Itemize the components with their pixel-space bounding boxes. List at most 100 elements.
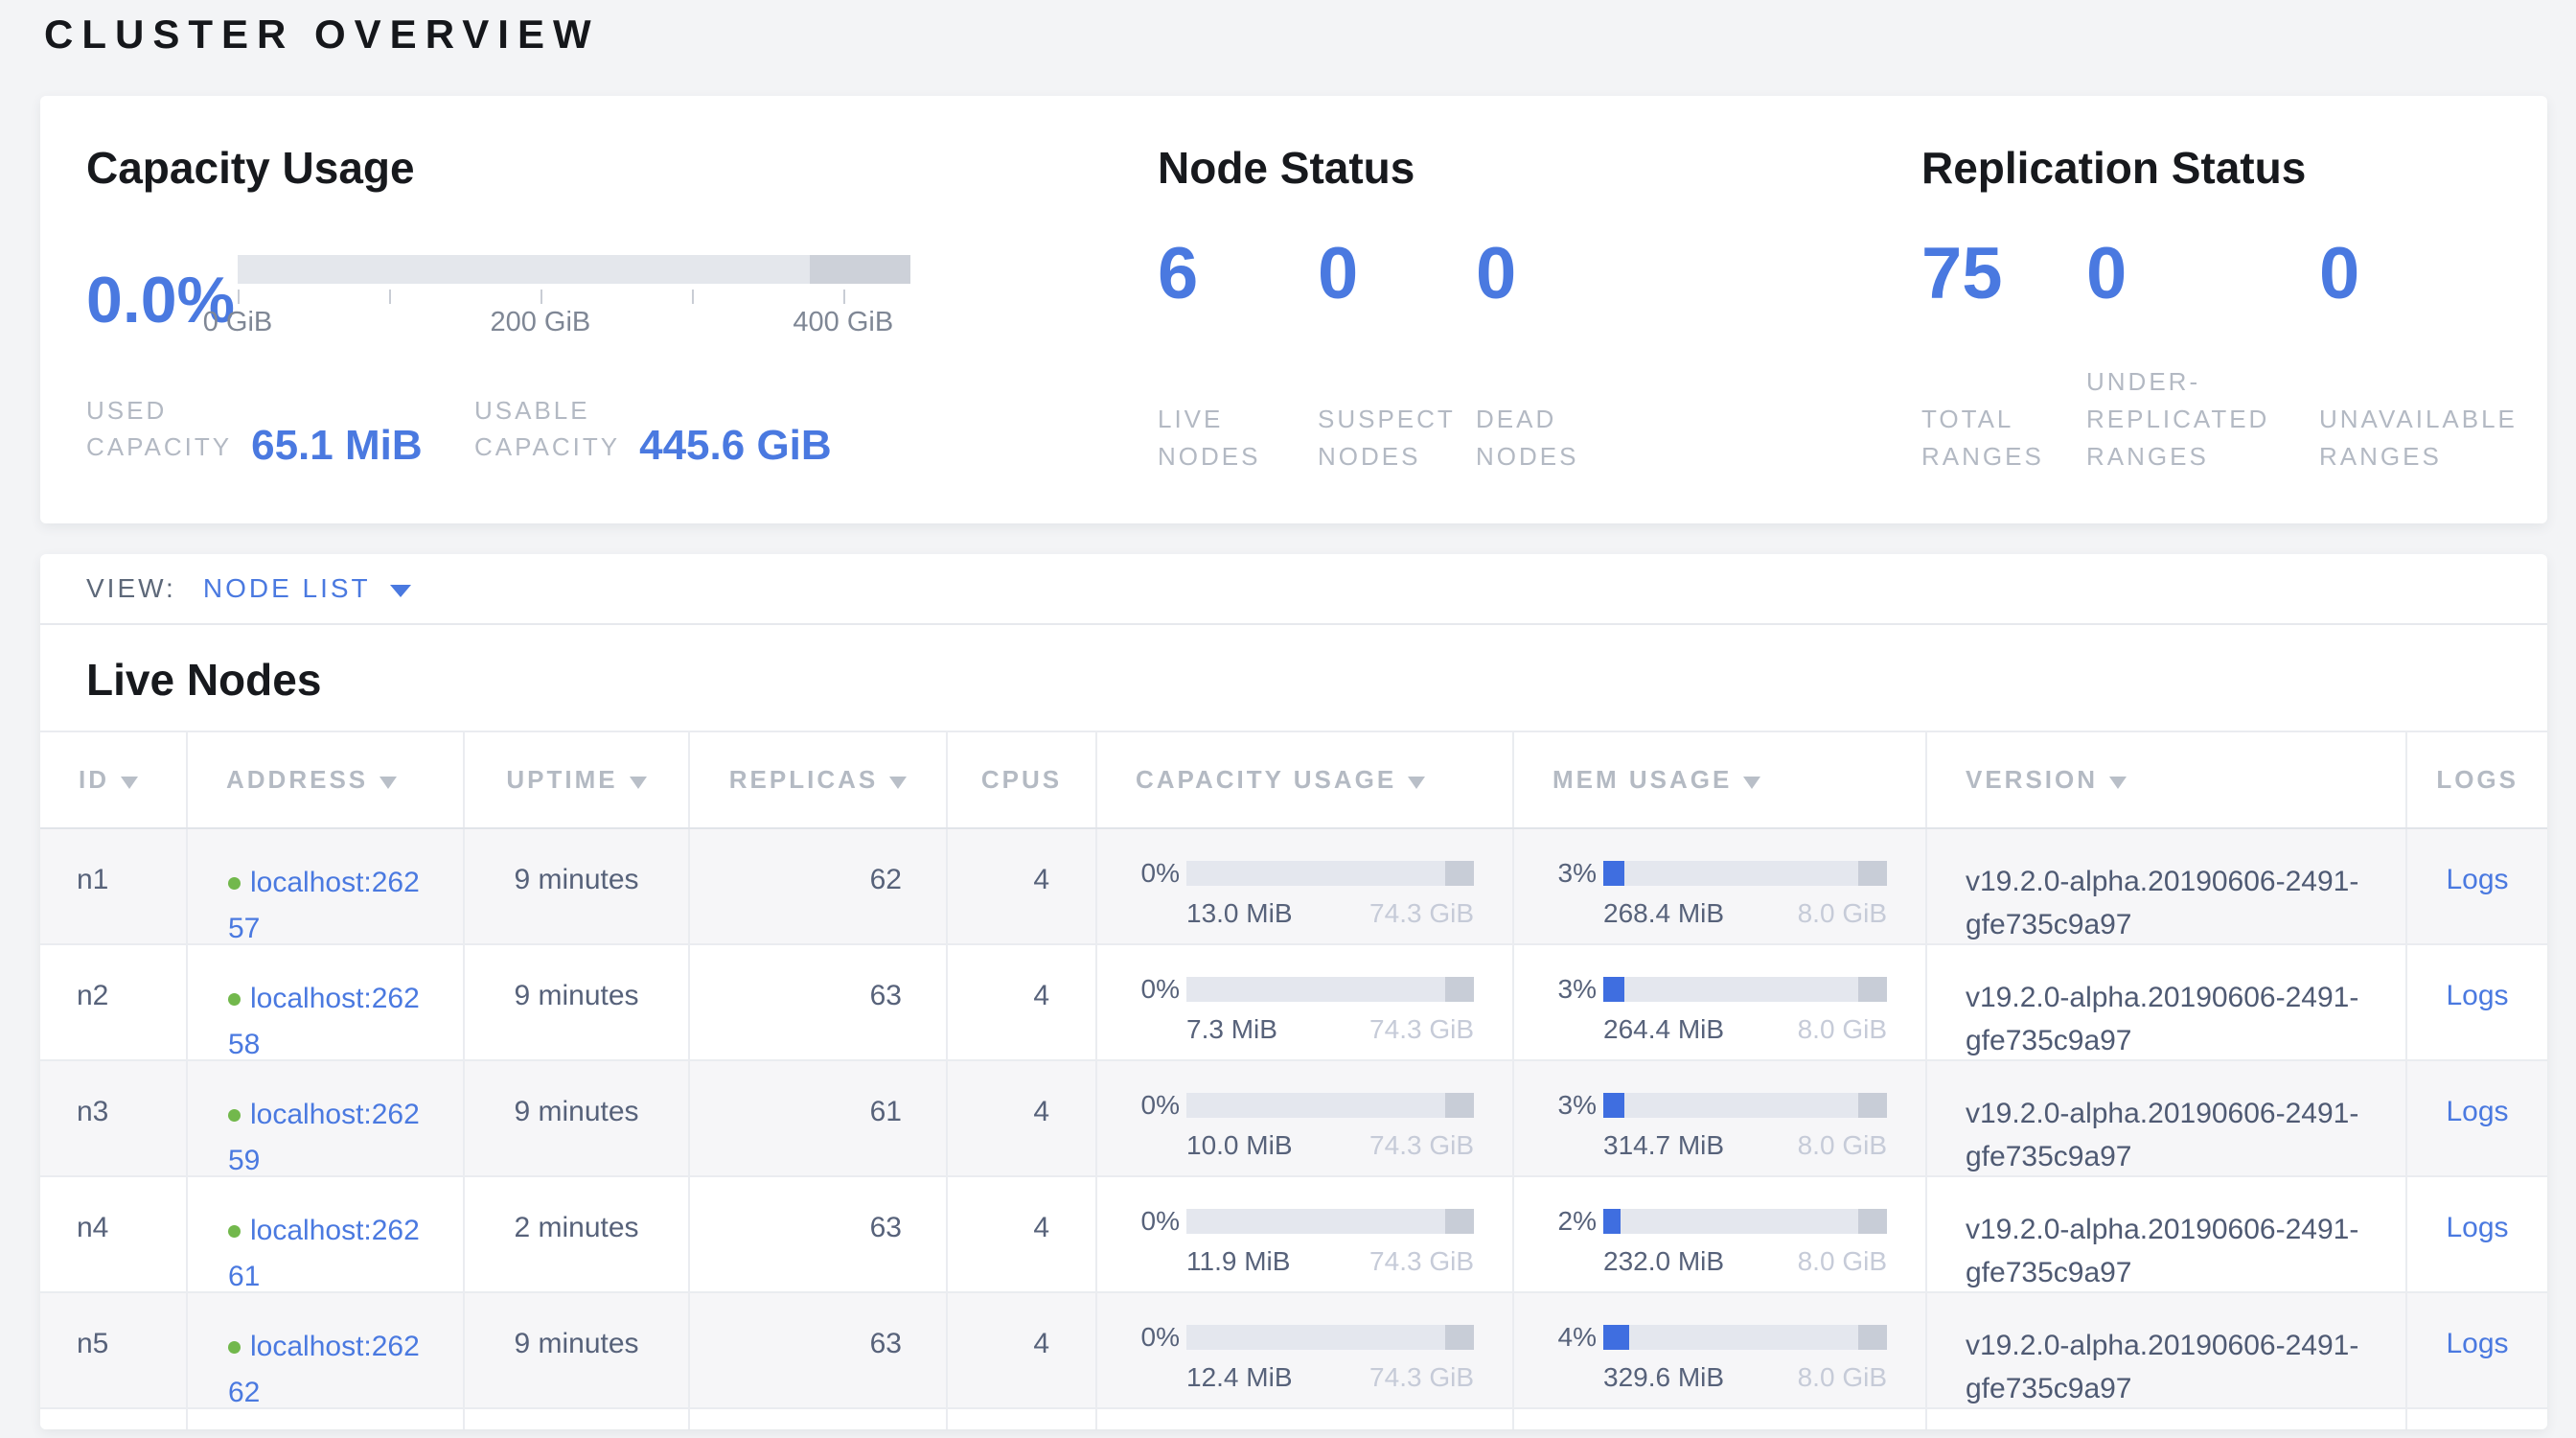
node-capacity-usage-cell: 0% 11.9 MiB 74.3 GiB (1097, 1177, 1514, 1291)
node-uptime-cell: 9 minutes (465, 829, 690, 943)
mem-total-value: 8.0 GiB (1798, 1014, 1887, 1045)
node-address-link[interactable]: localhost:26257 (228, 867, 420, 944)
mem-bar-cap (1858, 1093, 1887, 1118)
mem-usage-bar (1603, 1325, 1887, 1350)
capacity-usage-bar (1186, 1325, 1474, 1350)
capacity-usage-bar (1186, 977, 1474, 1002)
node-live-dot-icon (228, 877, 241, 890)
node-cpus-cell: 4 (948, 829, 1097, 943)
cluster-summary-card: Capacity Usage 0.0% 0 GiB 200 GiB 400 Gi… (40, 96, 2547, 523)
capacity-gauge-bar (238, 255, 910, 284)
column-header-capacity-label: CAPACITY USAGE (1136, 765, 1396, 795)
mem-bar-fill (1603, 1093, 1624, 1118)
mem-usage-bar (1603, 1209, 1887, 1234)
replication-status-section: Replication Status 75 TOTAL RANGES 0 UND… (1921, 96, 2544, 475)
column-header-logs-label: LOGS (2436, 765, 2518, 795)
axis-label-400gib: 400 GiB (793, 307, 893, 338)
node-replicas-cell: 63 (690, 945, 948, 1059)
column-header-mem-usage[interactable]: MEM USAGE (1514, 732, 1927, 827)
capacity-percent-label: 0% (1136, 1206, 1180, 1237)
node-version-cell: v19.2.0-alpha.20190606-2491-gfe735c9a97 (1927, 945, 2407, 1059)
mem-bar-fill (1603, 1325, 1629, 1350)
table-row-partial (40, 1409, 2547, 1429)
node-cpus-cell: 4 (948, 1061, 1097, 1175)
node-address-link[interactable]: localhost:26262 (228, 1331, 420, 1408)
capacity-total-value: 74.3 GiB (1369, 1014, 1474, 1045)
used-capacity-label: USED CAPACITY (86, 393, 232, 465)
sort-arrow-icon (2109, 777, 2127, 789)
node-address-cell: localhost:26261 (188, 1177, 465, 1291)
mem-bar-cap (1858, 1325, 1887, 1350)
column-header-version[interactable]: VERSION (1927, 732, 2407, 827)
empty-cell (1927, 1409, 2407, 1429)
capacity-used-value: 10.0 MiB (1186, 1130, 1293, 1161)
mem-usage-bar (1603, 861, 1887, 886)
node-id-cell: n1 (40, 829, 188, 943)
node-cpus-cell: 4 (948, 1293, 1097, 1407)
column-header-address[interactable]: ADDRESS (188, 732, 465, 827)
capacity-total-value: 74.3 GiB (1369, 898, 1474, 929)
node-logs-cell: Logs (2407, 1061, 2547, 1175)
node-address-link[interactable]: localhost:26261 (228, 1215, 420, 1292)
column-header-capacity-usage[interactable]: CAPACITY USAGE (1097, 732, 1514, 827)
mem-total-value: 8.0 GiB (1798, 1130, 1887, 1161)
node-mem-usage-cell: 3% 268.4 MiB 8.0 GiB (1514, 829, 1927, 943)
dead-nodes-label: DEAD NODES (1476, 401, 1668, 475)
capacity-total-value: 74.3 GiB (1369, 1130, 1474, 1161)
capacity-bar-cap (1445, 861, 1474, 886)
sort-arrow-icon (1408, 777, 1425, 789)
node-capacity-usage-cell: 0% 7.3 MiB 74.3 GiB (1097, 945, 1514, 1059)
node-mem-usage-cell: 3% 264.4 MiB 8.0 GiB (1514, 945, 1927, 1059)
mem-percent-label: 3% (1552, 1090, 1597, 1121)
capacity-gauge-cap (810, 255, 910, 284)
node-status-section: Node Status 6 LIVE NODES 0 SUSPECT NODES… (1158, 96, 1714, 475)
axis-label-200gib: 200 GiB (490, 307, 590, 338)
logs-link[interactable]: Logs (2446, 1212, 2508, 1243)
logs-link[interactable]: Logs (2446, 1328, 2508, 1359)
live-nodes-stat: 6 LIVE NODES (1158, 232, 1318, 475)
node-replicas-cell: 63 (690, 1177, 948, 1291)
page-title: CLUSTER OVERVIEW (44, 12, 600, 58)
column-header-id[interactable]: ID (40, 732, 188, 827)
total-ranges-count: 75 (1921, 232, 2086, 315)
node-cpus-cell: 4 (948, 945, 1097, 1059)
node-version-cell: v19.2.0-alpha.20190606-2491-gfe735c9a97 (1927, 1177, 2407, 1291)
node-id-cell: n4 (40, 1177, 188, 1291)
column-header-replicas[interactable]: REPLICAS (690, 732, 948, 827)
view-selector[interactable]: NODE LIST (203, 573, 411, 604)
unavailable-ranges-count: 0 (2319, 232, 2544, 315)
node-live-dot-icon (228, 1341, 241, 1354)
node-replicas-cell: 63 (690, 1293, 948, 1407)
empty-cell (690, 1409, 948, 1429)
capacity-used-value: 12.4 MiB (1186, 1362, 1293, 1393)
node-address-link[interactable]: localhost:26258 (228, 983, 420, 1060)
node-uptime-cell: 9 minutes (465, 1293, 690, 1407)
capacity-bar-cap (1445, 1325, 1474, 1350)
node-address-link[interactable]: localhost:26259 (228, 1099, 420, 1176)
suspect-nodes-count: 0 (1318, 232, 1476, 315)
table-row: n2 localhost:26258 9 minutes 63 4 0% 7 (40, 945, 2547, 1061)
node-replicas-cell: 61 (690, 1061, 948, 1175)
column-header-cpus-label: CPUS (981, 765, 1062, 795)
capacity-usage-bar (1186, 1093, 1474, 1118)
node-version-cell: v19.2.0-alpha.20190606-2491-gfe735c9a97 (1927, 1061, 2407, 1175)
capacity-usage-bar (1186, 1209, 1474, 1234)
node-capacity-usage-cell: 0% 13.0 MiB 74.3 GiB (1097, 829, 1514, 943)
logs-link[interactable]: Logs (2446, 980, 2508, 1011)
logs-link[interactable]: Logs (2446, 1096, 2508, 1127)
mem-bar-cap (1858, 977, 1887, 1002)
node-live-dot-icon (228, 993, 241, 1006)
mem-bar-cap (1858, 1209, 1887, 1234)
view-label: VIEW: (86, 573, 176, 604)
mem-total-value: 8.0 GiB (1798, 898, 1887, 929)
capacity-percent-label: 0% (1136, 858, 1180, 889)
capacity-axis-labels: 0 GiB 200 GiB 400 GiB (238, 307, 910, 345)
node-logs-cell: Logs (2407, 1177, 2547, 1291)
axis-label-0gib: 0 GiB (203, 307, 273, 338)
capacity-axis-ticks (238, 288, 910, 305)
node-id-cell: n3 (40, 1061, 188, 1175)
logs-link[interactable]: Logs (2446, 864, 2508, 895)
empty-cell (188, 1409, 465, 1429)
mem-used-value: 264.4 MiB (1603, 1014, 1724, 1045)
column-header-uptime[interactable]: UPTIME (465, 732, 690, 827)
